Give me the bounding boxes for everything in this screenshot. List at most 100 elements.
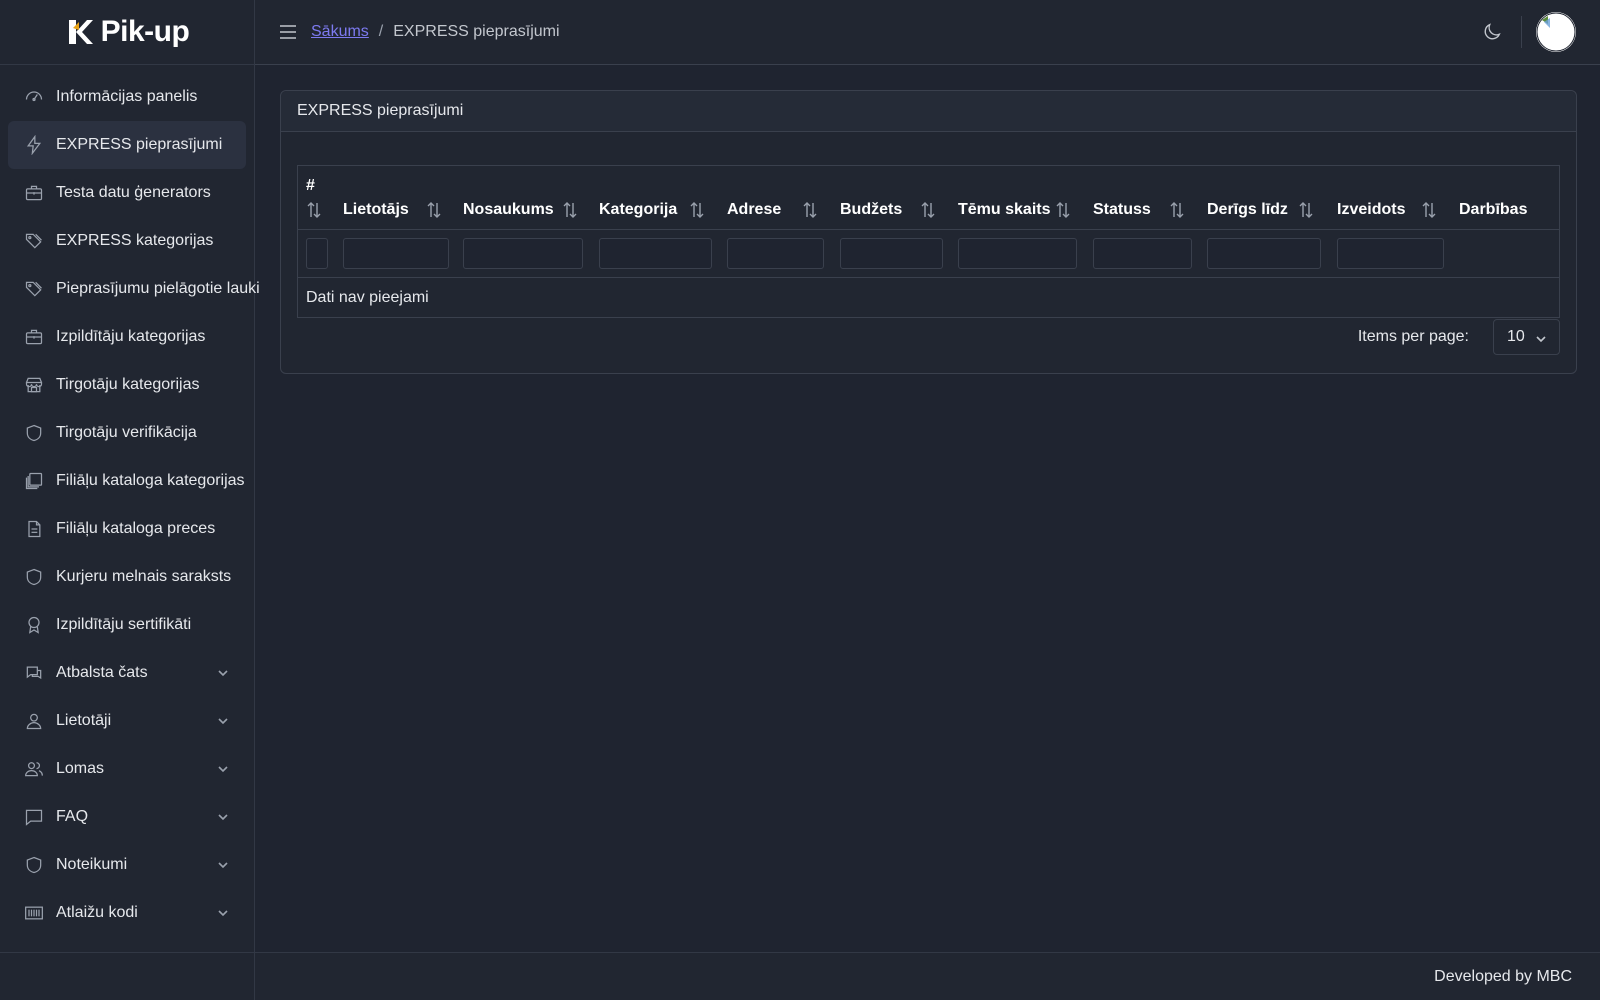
- column-header-label: Nosaukums: [463, 201, 554, 218]
- tags-icon: [24, 279, 44, 299]
- sidebar-item-label: EXPRESS pieprasījumi: [56, 136, 223, 153]
- briefcase-icon: [24, 183, 44, 203]
- sidebar-item-label: Kurjeru melnais saraksts: [56, 568, 232, 585]
- sort-icon[interactable]: [426, 201, 442, 219]
- sidebar-item-lietot-ji[interactable]: Lietotāji: [8, 697, 246, 745]
- tags-icon: [24, 231, 44, 251]
- moon-icon[interactable]: [1481, 21, 1503, 43]
- column-filter-input[interactable]: [306, 238, 328, 269]
- sidebar-item-tirgot-ju-verifik-cija[interactable]: Tirgotāju verifikācija: [8, 409, 246, 457]
- table-filter-row: [298, 230, 1559, 278]
- sidebar-item-atlai-u-kodi[interactable]: Atlaižu kodi: [8, 889, 246, 937]
- breadcrumb-home-link[interactable]: Sākums: [311, 23, 369, 41]
- sidebar-item-izpild-t-ju-kategorijas[interactable]: Izpildītāju kategorijas: [8, 313, 246, 361]
- lightning-icon: [24, 135, 44, 155]
- users-icon: [24, 759, 44, 779]
- menu-toggle-icon[interactable]: [279, 23, 297, 41]
- sort-icon[interactable]: [1169, 201, 1185, 219]
- sidebar-item-label: Izpildītāju kategorijas: [56, 328, 206, 345]
- sidebar-item-fili-u-kataloga-kategorijas[interactable]: Filiāļu kataloga kategorijas: [8, 457, 246, 505]
- chevron-down-icon: [216, 858, 230, 872]
- sidebar-item-testa-datu-enerators[interactable]: Testa datu ģenerators: [8, 169, 246, 217]
- sidebar-item-lomas[interactable]: Lomas: [8, 745, 246, 793]
- sidebar-item-inform-cijas-panelis[interactable]: Informācijas panelis: [8, 73, 246, 121]
- sort-icon[interactable]: [689, 201, 705, 219]
- store-icon: [24, 375, 44, 395]
- chevron-down-icon: [216, 714, 230, 728]
- avatar[interactable]: [1536, 12, 1576, 52]
- sidebar-item-label: Atlaižu kodi: [56, 904, 138, 921]
- sort-icon[interactable]: [1055, 201, 1071, 219]
- speedometer-icon: [24, 87, 44, 107]
- column-filter-input[interactable]: [958, 238, 1077, 269]
- sidebar-item-kurjeru-melnais-saraksts[interactable]: Kurjeru melnais saraksts: [8, 553, 246, 601]
- sidebar-item-atbalsta-ats[interactable]: Atbalsta čats: [8, 649, 246, 697]
- sort-icon[interactable]: [562, 201, 578, 219]
- sidebar-item-label: Filiāļu kataloga preces: [56, 520, 216, 537]
- sidebar-item-label: Lomas: [56, 760, 105, 777]
- table-empty-row: Dati nav pieejami: [298, 278, 1559, 318]
- sidebar-item-label: Lietotāji: [56, 712, 112, 729]
- chevron-down-icon: [216, 906, 230, 920]
- sidebar-item-piepras-jumu-piel-gotie-lauki[interactable]: Pieprasījumu pielāgotie lauki: [8, 265, 260, 313]
- barcode-icon: [24, 903, 44, 923]
- sort-icon[interactable]: [1421, 201, 1437, 219]
- sort-icon[interactable]: [1298, 201, 1314, 219]
- sidebar-footer: [0, 952, 254, 1000]
- layers-icon: [24, 471, 44, 491]
- page-footer: Developed by MBC: [255, 952, 1600, 1000]
- sidebar-item-label: Informācijas panelis: [56, 88, 198, 105]
- message-square-icon: [24, 807, 44, 827]
- sidebar-item-izpild-t-ju-sertifik-ti[interactable]: Izpildītāju sertifikāti: [8, 601, 246, 649]
- card-title: EXPRESS pieprasījumi: [281, 91, 1576, 132]
- sidebar-item-noteikumi[interactable]: Noteikumi: [8, 841, 246, 889]
- column-header-label: Darbības: [1459, 201, 1528, 218]
- sidebar-item-fili-u-kataloga-preces[interactable]: Filiāļu kataloga preces: [8, 505, 246, 553]
- chat-icon: [24, 663, 44, 683]
- column-filter-input[interactable]: [727, 238, 824, 269]
- brand-name: Pik-up: [100, 15, 190, 48]
- chevron-down-icon: [1535, 332, 1547, 344]
- column-header-label: Izveidots: [1337, 201, 1406, 218]
- footer-credit: Developed by MBC: [1434, 968, 1572, 985]
- sort-icon[interactable]: [802, 201, 818, 219]
- sort-icon[interactable]: [920, 201, 936, 219]
- sidebar-item-label: Tirgotāju kategorijas: [56, 376, 200, 393]
- column-filter-input[interactable]: [463, 238, 583, 269]
- sort-icon[interactable]: [306, 201, 322, 219]
- brand[interactable]: Pik-up: [0, 0, 254, 65]
- items-per-page-select[interactable]: 10: [1493, 319, 1560, 355]
- column-header-label: Statuss: [1093, 201, 1151, 218]
- user-icon: [24, 711, 44, 731]
- header-actions: [1481, 0, 1576, 64]
- column-header-label: Kategorija: [599, 201, 678, 218]
- sidebar-item-faq[interactable]: FAQ: [8, 793, 246, 841]
- items-per-page-value: 10: [1507, 328, 1525, 345]
- document-icon: [24, 519, 44, 539]
- column-header-label: Adrese: [727, 201, 782, 218]
- column-header-label: #: [306, 177, 315, 194]
- shield-icon: [24, 423, 44, 443]
- column-filter-input[interactable]: [1207, 238, 1321, 269]
- column-header-label: Budžets: [840, 201, 903, 218]
- sidebar-item-express-kategorijas[interactable]: EXPRESS kategorijas: [8, 217, 246, 265]
- table-header-row: # Lietotājs Nosaukums Kategorija Adrese Budže…: [298, 166, 1559, 230]
- sidebar-item-label: FAQ: [56, 808, 89, 825]
- column-filter-input[interactable]: [343, 238, 449, 269]
- sidebar-item-express-piepras-jumi[interactable]: EXPRESS pieprasījumi: [8, 121, 246, 169]
- express-requests-card: EXPRESS pieprasījumi # Lietotājs Nosaukums…: [280, 90, 1577, 374]
- column-filter-input[interactable]: [599, 238, 712, 269]
- column-filter-input[interactable]: [1093, 238, 1192, 269]
- sidebar-item-tirgot-ju-kategorijas[interactable]: Tirgotāju kategorijas: [8, 361, 246, 409]
- breadcrumb: Sākums / EXPRESS pieprasījumi: [311, 23, 560, 41]
- sidebar-item-label: EXPRESS kategorijas: [56, 232, 214, 249]
- sidebar: Pik-up Informācijas panelis EXPRESS piepr…: [0, 0, 260, 1000]
- shield-icon: [24, 567, 44, 587]
- column-header-label: Tēmu skaits: [958, 201, 1051, 218]
- column-filter-input[interactable]: [1337, 238, 1444, 269]
- empty-state-text: Dati nav pieejami: [306, 289, 429, 306]
- column-filter-input[interactable]: [840, 238, 943, 269]
- column-header-label: Derīgs līdz: [1207, 201, 1288, 218]
- top-header: Sākums / EXPRESS pieprasījumi: [255, 0, 1600, 65]
- sidebar-item-label: Filiāļu kataloga kategorijas: [56, 472, 245, 489]
